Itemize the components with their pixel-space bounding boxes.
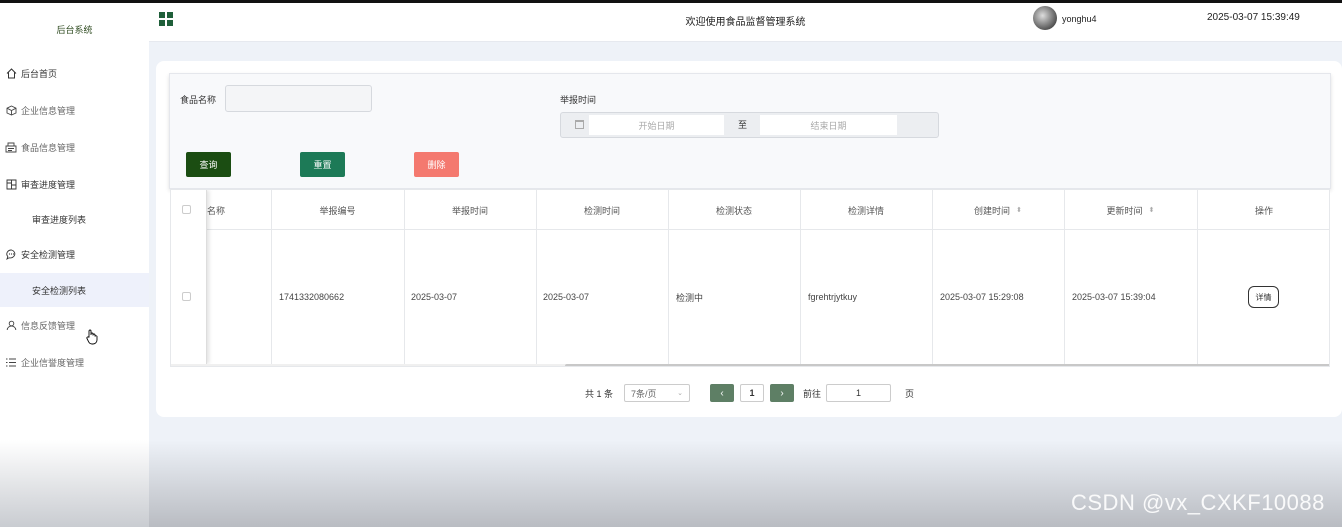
- page-suffix: 页: [905, 389, 915, 399]
- cell-status: 检测中: [676, 292, 704, 303]
- chevron-left-icon: ‹: [720, 387, 724, 399]
- food-name-label: 食品名称: [180, 95, 217, 105]
- next-page-button[interactable]: ›: [770, 384, 794, 402]
- col-detail: 检测详情: [847, 205, 884, 216]
- chevron-down-icon: ⌄: [677, 390, 683, 397]
- chat-icon: [4, 247, 18, 261]
- sidebar-item-label: 企业信息管理: [21, 105, 76, 116]
- sort-icon[interactable]: ⬍: [1149, 206, 1155, 214]
- delete-button[interactable]: 删除: [414, 152, 459, 177]
- cell-detail: fgrehtrjytkuy: [808, 292, 858, 302]
- submenu-review-list[interactable]: 审查进度列表: [0, 202, 149, 236]
- current-datetime: 2025-03-07 15:39:49: [1207, 12, 1300, 23]
- page-size-select[interactable]: 7条/页 ⌄: [624, 384, 690, 402]
- query-button[interactable]: 查询: [186, 152, 231, 177]
- calendar-icon: [575, 120, 584, 129]
- submenu-safety-list[interactable]: 安全检测列表: [0, 273, 149, 307]
- data-table: 名称 举报编号 举报时间 检测时间 检测状态 检测详情 创建时间 ⬍ 更新时间 ⬍ …: [170, 189, 1330, 367]
- avatar[interactable]: [1033, 6, 1057, 30]
- report-time-label: 举报时间: [560, 95, 597, 105]
- watermark: CSDN @vx_CXKF10088: [1071, 490, 1325, 515]
- sidebar-item-food[interactable]: 食品信息管理: [0, 132, 149, 162]
- date-range-picker[interactable]: 开始日期 至 结束日期: [560, 112, 939, 138]
- col-action: 操作: [1254, 205, 1273, 216]
- sidebar-fade: [0, 440, 149, 527]
- row-checkbox[interactable]: [182, 292, 191, 301]
- sidebar-item-safety[interactable]: 安全检测管理: [0, 239, 149, 269]
- home-icon: [4, 66, 18, 80]
- sidebar-item-label: 审查进度管理: [21, 179, 76, 190]
- sort-icon[interactable]: ⬍: [1016, 206, 1022, 214]
- col-name: 名称: [207, 205, 226, 216]
- sidebar-item-label: 企业信誉度管理: [21, 357, 85, 368]
- food-name-input[interactable]: [225, 85, 372, 112]
- range-separator: 至: [738, 120, 748, 130]
- top-header: 欢迎使用食品监督管理系统 yonghu4 2025-03-07 15:39:49: [149, 3, 1342, 42]
- current-page[interactable]: 1: [740, 384, 764, 402]
- username[interactable]: yonghu4: [1062, 14, 1097, 24]
- sidebar-item-enterprise[interactable]: 企业信息管理: [0, 95, 149, 125]
- end-date-input[interactable]: 结束日期: [760, 115, 897, 135]
- user-icon: [4, 318, 18, 332]
- col-check-time: 检测时间: [583, 205, 620, 216]
- col-created[interactable]: 创建时间 ⬍: [932, 190, 1064, 230]
- pagination-total: 共 1 条: [585, 389, 614, 399]
- cell-created: 2025-03-07 15:29:08: [940, 292, 1024, 302]
- goto-label: 前往: [803, 389, 822, 399]
- page-size-value: 7条/页: [631, 388, 657, 399]
- brand-title: 后台系统: [56, 25, 93, 35]
- col-report-no: 举报编号: [319, 205, 356, 216]
- prev-page-button[interactable]: ‹: [710, 384, 734, 402]
- list-icon: [4, 355, 18, 369]
- col-report-time: 举报时间: [451, 205, 488, 216]
- sidebar-item-label: 后台首页: [21, 68, 58, 79]
- submenu-label: 安全检测列表: [32, 285, 87, 296]
- welcome-title: 欢迎使用食品监督管理系统: [685, 17, 806, 28]
- document-icon: [4, 140, 18, 154]
- cell-report-time: 2025-03-07: [411, 292, 458, 302]
- scrollbar-thumb[interactable]: [565, 364, 1329, 366]
- col-status: 检测状态: [715, 205, 752, 216]
- sidebar-item-review[interactable]: 审查进度管理: [0, 169, 149, 199]
- goto-page-input[interactable]: 1: [826, 384, 891, 402]
- cell-check-time: 2025-03-07: [543, 292, 590, 302]
- hand-cursor-icon: [86, 329, 98, 345]
- detail-button[interactable]: 详情: [1248, 286, 1279, 308]
- col-created-label: 创建时间: [974, 205, 1011, 216]
- cell-report-no: 1741332080662: [279, 292, 345, 302]
- sidebar-item-feedback[interactable]: 信息反馈管理: [0, 310, 149, 340]
- sidebar-item-label: 安全检测管理: [21, 249, 76, 260]
- select-all-checkbox[interactable]: [182, 205, 191, 214]
- columns-icon: [4, 177, 18, 191]
- sidebar-item-label: 信息反馈管理: [21, 320, 76, 331]
- fixed-checkbox-column: [171, 190, 207, 364]
- sidebar-item-credit[interactable]: 企业信誉度管理: [0, 347, 149, 377]
- cube-icon: [4, 103, 18, 117]
- table-header: 名称 举报编号 举报时间 检测时间 检测状态 检测详情 创建时间 ⬍ 更新时间 ⬍ …: [171, 190, 1329, 230]
- start-date-input[interactable]: 开始日期: [589, 115, 724, 135]
- submenu-label: 审查进度列表: [32, 214, 87, 225]
- chevron-right-icon: ›: [780, 387, 784, 399]
- cell-updated: 2025-03-07 15:39:04: [1072, 292, 1156, 302]
- col-updated[interactable]: 更新时间 ⬍: [1064, 190, 1197, 230]
- reset-button[interactable]: 重置: [300, 152, 345, 177]
- sidebar-item-home[interactable]: 后台首页: [0, 58, 149, 88]
- sidebar-item-label: 食品信息管理: [21, 142, 76, 153]
- col-updated-label: 更新时间: [1106, 205, 1143, 216]
